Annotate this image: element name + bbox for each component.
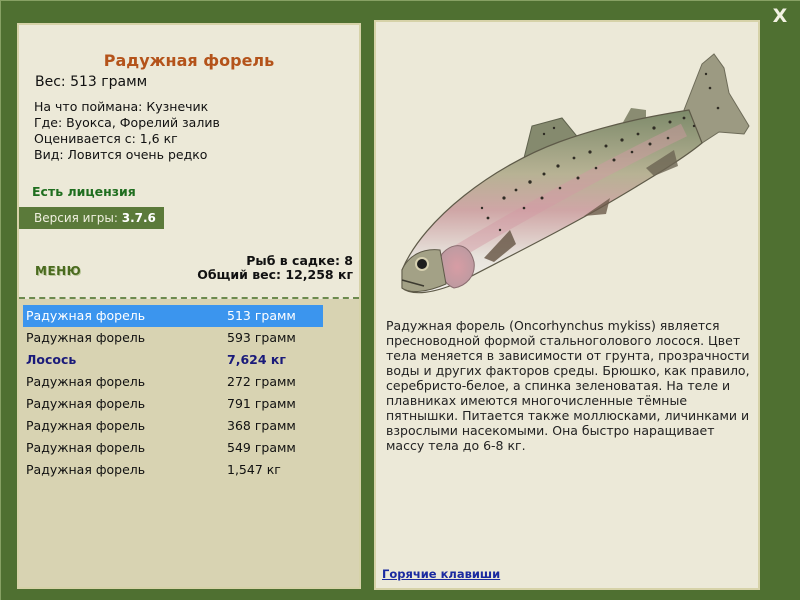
- trout-image: [401, 53, 750, 294]
- rarity-line: Вид: Ловится очень редко: [34, 147, 208, 162]
- catch-row[interactable]: Радужная форель 272 грамм: [23, 371, 323, 393]
- catch-weight: 7,624 кг: [227, 352, 286, 367]
- catch-name: Радужная форель: [26, 374, 146, 389]
- catch-row[interactable]: Радужная форель 549 грамм: [23, 437, 323, 459]
- catch-name: Радужная форель: [26, 418, 146, 433]
- catch-list: Радужная форель 513 грамм Радужная форель 5…: [19, 299, 359, 587]
- license-status: Есть лицензия: [32, 184, 136, 199]
- catch-row[interactable]: Радужная форель 593 грамм: [23, 327, 323, 349]
- catch-weight: 1,547 кг: [227, 462, 281, 477]
- catch-row[interactable]: Радужная форель 791 грамм: [23, 393, 323, 415]
- catch-weight: 791 грамм: [227, 396, 296, 411]
- version-badge: Версия игры: 3.7.6: [19, 207, 164, 229]
- hotkeys-link[interactable]: Горячие клавиши: [382, 567, 500, 581]
- catch-name: Радужная форель: [26, 462, 146, 477]
- catch-row[interactable]: Радужная форель 513 грамм: [23, 305, 323, 327]
- catch-row[interactable]: Лосось 7,624 кг: [23, 349, 323, 371]
- close-icon[interactable]: X: [771, 6, 789, 26]
- game-window: X Радужная форель Вес: 513 грамм На что …: [0, 0, 800, 600]
- menu-button[interactable]: МЕНЮ: [35, 264, 81, 278]
- catch-weight: 593 грамм: [227, 330, 296, 345]
- fish-details: На что поймана: Кузнечик Где: Вуокса, Фо…: [34, 99, 220, 163]
- total-weight: Общий вес: 12,258 кг: [197, 267, 353, 282]
- catch-name: Радужная форель: [26, 396, 146, 411]
- catch-name: Радужная форель: [26, 308, 146, 323]
- fish-description: Радужная форель (Oncorhynchus mykiss) яв…: [386, 318, 750, 453]
- catch-weight: 368 грамм: [227, 418, 296, 433]
- fish-info-panel: Радужная форель Вес: 513 грамм На что по…: [17, 23, 361, 589]
- fish-title: Радужная форель: [103, 51, 275, 70]
- fish-weight: Вес: 513 грамм: [35, 74, 148, 90]
- catch-name: Радужная форель: [26, 440, 146, 455]
- catch-name: Радужная форель: [26, 330, 146, 345]
- trout-shape: [401, 53, 750, 294]
- bait-line: На что поймана: Кузнечик: [34, 99, 209, 114]
- catch-row[interactable]: Радужная форель 368 грамм: [23, 415, 323, 437]
- catch-weight: 549 грамм: [227, 440, 296, 455]
- version-label: Версия игры:: [34, 211, 122, 225]
- catch-weight: 272 грамм: [227, 374, 296, 389]
- catch-row[interactable]: Радужная форель 1,547 кг: [23, 459, 323, 481]
- valued-line: Оценивается с: 1,6 кг: [34, 131, 178, 146]
- location-line: Где: Вуокса, Форелий залив: [34, 115, 220, 130]
- fish-description-panel: Радужная форель (Oncorhynchus mykiss) яв…: [374, 20, 760, 590]
- version-value: 3.7.6: [121, 211, 156, 225]
- catch-weight: 513 грамм: [227, 308, 296, 323]
- fish-count: Рыб в садке: 8: [246, 253, 353, 268]
- catch-name: Лосось: [26, 352, 77, 367]
- keepnet-stats: Рыб в садке: 8 Общий вес: 12,258 кг: [197, 254, 353, 282]
